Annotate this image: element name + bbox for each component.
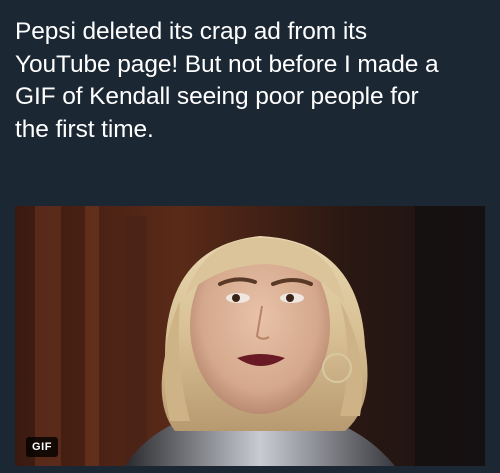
tweet-text: Pepsi deleted its crap ad from its YouTu…: [15, 18, 439, 143]
gif-frame-image: [15, 206, 485, 466]
gif-media[interactable]: GIF: [15, 206, 485, 466]
gif-badge: GIF: [26, 437, 59, 457]
